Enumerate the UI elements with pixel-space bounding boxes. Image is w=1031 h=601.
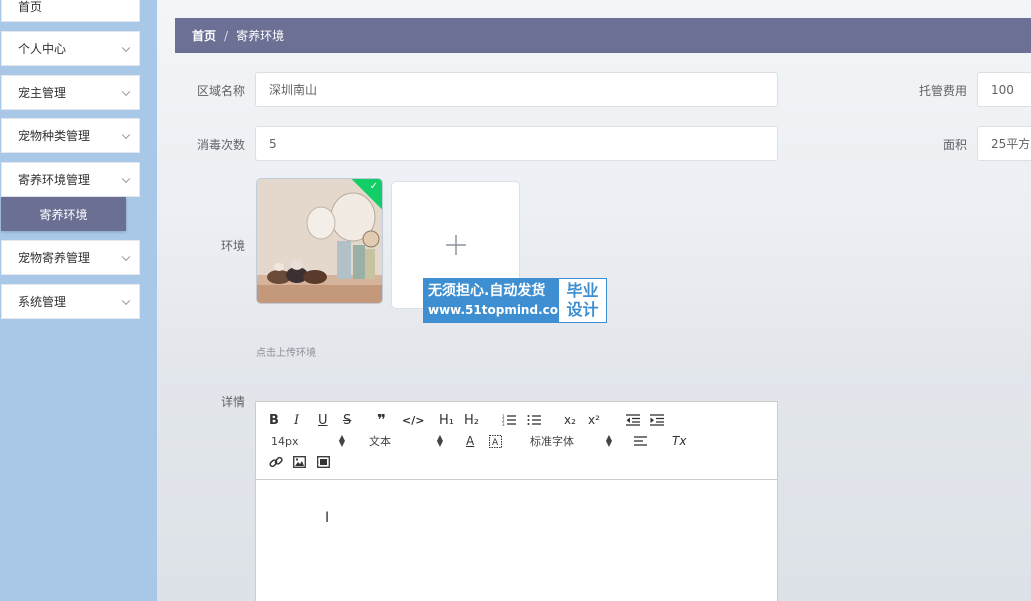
sidebar-item-boarding-env-management[interactable]: 寄养环境管理: [1, 162, 140, 197]
sidebar-item-label: 个人中心: [18, 42, 67, 56]
watermark-banner: 无须担心.自动发货 www.51topmind.com 毕业设计: [423, 278, 607, 323]
sidebar-item-label: 首页: [18, 0, 43, 14]
chevron-down-icon: [121, 43, 131, 52]
sidebar-item-pet-type-management[interactable]: 宠物种类管理: [1, 118, 140, 153]
indent-icon[interactable]: [650, 411, 664, 429]
area-name-label: 区域名称: [196, 84, 245, 98]
link-icon[interactable]: [269, 453, 283, 471]
sidebar-item-label: 寄养环境管理: [18, 173, 91, 187]
svg-text:3: 3: [502, 422, 505, 426]
header-select[interactable]: 文本 ▲ ▼: [369, 432, 443, 450]
area-name-value: 深圳南山: [269, 83, 318, 97]
clear-format-button[interactable]: Tx: [672, 432, 686, 450]
h2-button[interactable]: H₂: [464, 411, 479, 429]
bold-button[interactable]: B: [269, 411, 279, 429]
sidebar-item-label: 宠物种类管理: [18, 129, 91, 143]
svg-text:A: A: [492, 438, 499, 448]
font-family-value: 标准字体: [530, 435, 574, 448]
watermark-line2: www.51topmind.com: [428, 303, 571, 317]
h1-button[interactable]: H₁: [439, 411, 454, 429]
align-icon[interactable]: [634, 432, 647, 450]
disinfect-label: 消毒次数: [196, 138, 245, 152]
italic-button[interactable]: I: [294, 411, 299, 429]
sidebar-item-personal-center[interactable]: 个人中心: [1, 31, 140, 66]
env-label: 环境: [220, 239, 245, 253]
sidebar-item-label: 宠主管理: [18, 86, 67, 100]
sidebar-item-label: 宠物寄养管理: [18, 251, 91, 265]
chevron-down-icon: [121, 296, 131, 305]
code-block-icon[interactable]: </>: [402, 411, 424, 429]
breadcrumb-current: 寄养环境: [236, 29, 285, 43]
outdent-icon[interactable]: [626, 411, 640, 429]
chevron-down-icon: [121, 252, 131, 261]
sidebar-item-owner-management[interactable]: 宠主管理: [1, 75, 140, 110]
watermark-line1: 无须担心.自动发货: [428, 283, 546, 299]
font-family-select[interactable]: 标准字体 ▲ ▼: [530, 432, 612, 450]
select-arrows-icon: ▲ ▼: [338, 433, 345, 448]
select-arrows-icon: ▲ ▼: [436, 433, 443, 448]
editor-toolbar: B I U S ❞ </> H₁ H₂ 123 x₂ x² 14px ▲ ▼ 文本…: [256, 402, 777, 480]
disinfect-count-input[interactable]: 5: [255, 126, 778, 161]
header-value: 文本: [369, 435, 391, 448]
fee-input[interactable]: 100: [977, 72, 1031, 107]
disinfect-count-value: 5: [269, 136, 277, 151]
strike-button[interactable]: S: [343, 411, 351, 429]
underline-button[interactable]: U: [318, 411, 328, 429]
subscript-button[interactable]: x₂: [564, 411, 576, 429]
editor-content-area[interactable]: I: [256, 481, 777, 601]
watermark-badge: 毕业设计: [559, 279, 606, 322]
uploaded-image-thumbnail[interactable]: ✓: [256, 178, 383, 304]
detail-label: 详情: [220, 395, 245, 409]
font-size-select[interactable]: 14px ▲ ▼: [271, 432, 345, 450]
breadcrumb-separator: /: [224, 28, 229, 43]
bullet-list-icon[interactable]: [527, 411, 541, 429]
plus-icon: [445, 235, 466, 255]
area-size-input[interactable]: 25平方米: [977, 126, 1031, 161]
font-size-value: 14px: [271, 434, 299, 448]
select-arrows-icon: ▲ ▼: [605, 433, 612, 448]
env-photo: [257, 179, 382, 303]
breadcrumb-home[interactable]: 首页: [192, 27, 216, 44]
sidebar-item-label: 系统管理: [18, 295, 67, 309]
sidebar: 首页 个人中心 宠主管理 宠物种类管理 寄养环境管理 寄养环境 宠物寄养管理 系…: [0, 0, 157, 601]
chevron-down-icon: [121, 174, 131, 183]
ordered-list-icon[interactable]: 123: [502, 411, 516, 429]
image-icon[interactable]: [293, 453, 306, 471]
fee-label: 托管费用: [918, 84, 967, 98]
video-icon[interactable]: [317, 453, 330, 471]
sidebar-item-system-management[interactable]: 系统管理: [1, 284, 140, 319]
area-size-value: 25平方米: [991, 137, 1031, 151]
area-size-label: 面积: [942, 138, 967, 152]
background-color-icon[interactable]: A: [489, 432, 502, 450]
blockquote-icon[interactable]: ❞: [377, 411, 386, 429]
area-name-input[interactable]: 深圳南山: [255, 72, 778, 107]
superscript-button[interactable]: x²: [588, 411, 600, 429]
breadcrumb: 首页 / 寄养环境: [175, 18, 1031, 53]
text-color-button[interactable]: A: [466, 432, 474, 450]
text-cursor-icon: I: [325, 510, 330, 526]
sidebar-item-home[interactable]: 首页: [1, 0, 140, 22]
submenu-item-boarding-env[interactable]: 寄养环境: [1, 197, 126, 231]
chevron-down-icon: [121, 87, 131, 96]
sidebar-item-pet-boarding-management[interactable]: 宠物寄养管理: [1, 240, 140, 275]
upload-tip: 点击上传环境: [256, 348, 316, 359]
fee-value: 100: [991, 82, 1014, 97]
submenu-item-label: 寄养环境: [39, 207, 88, 222]
rich-text-editor: B I U S ❞ </> H₁ H₂ 123 x₂ x² 14px ▲ ▼ 文本…: [255, 401, 778, 601]
check-icon: ✓: [369, 181, 378, 192]
chevron-down-icon: [121, 130, 131, 139]
